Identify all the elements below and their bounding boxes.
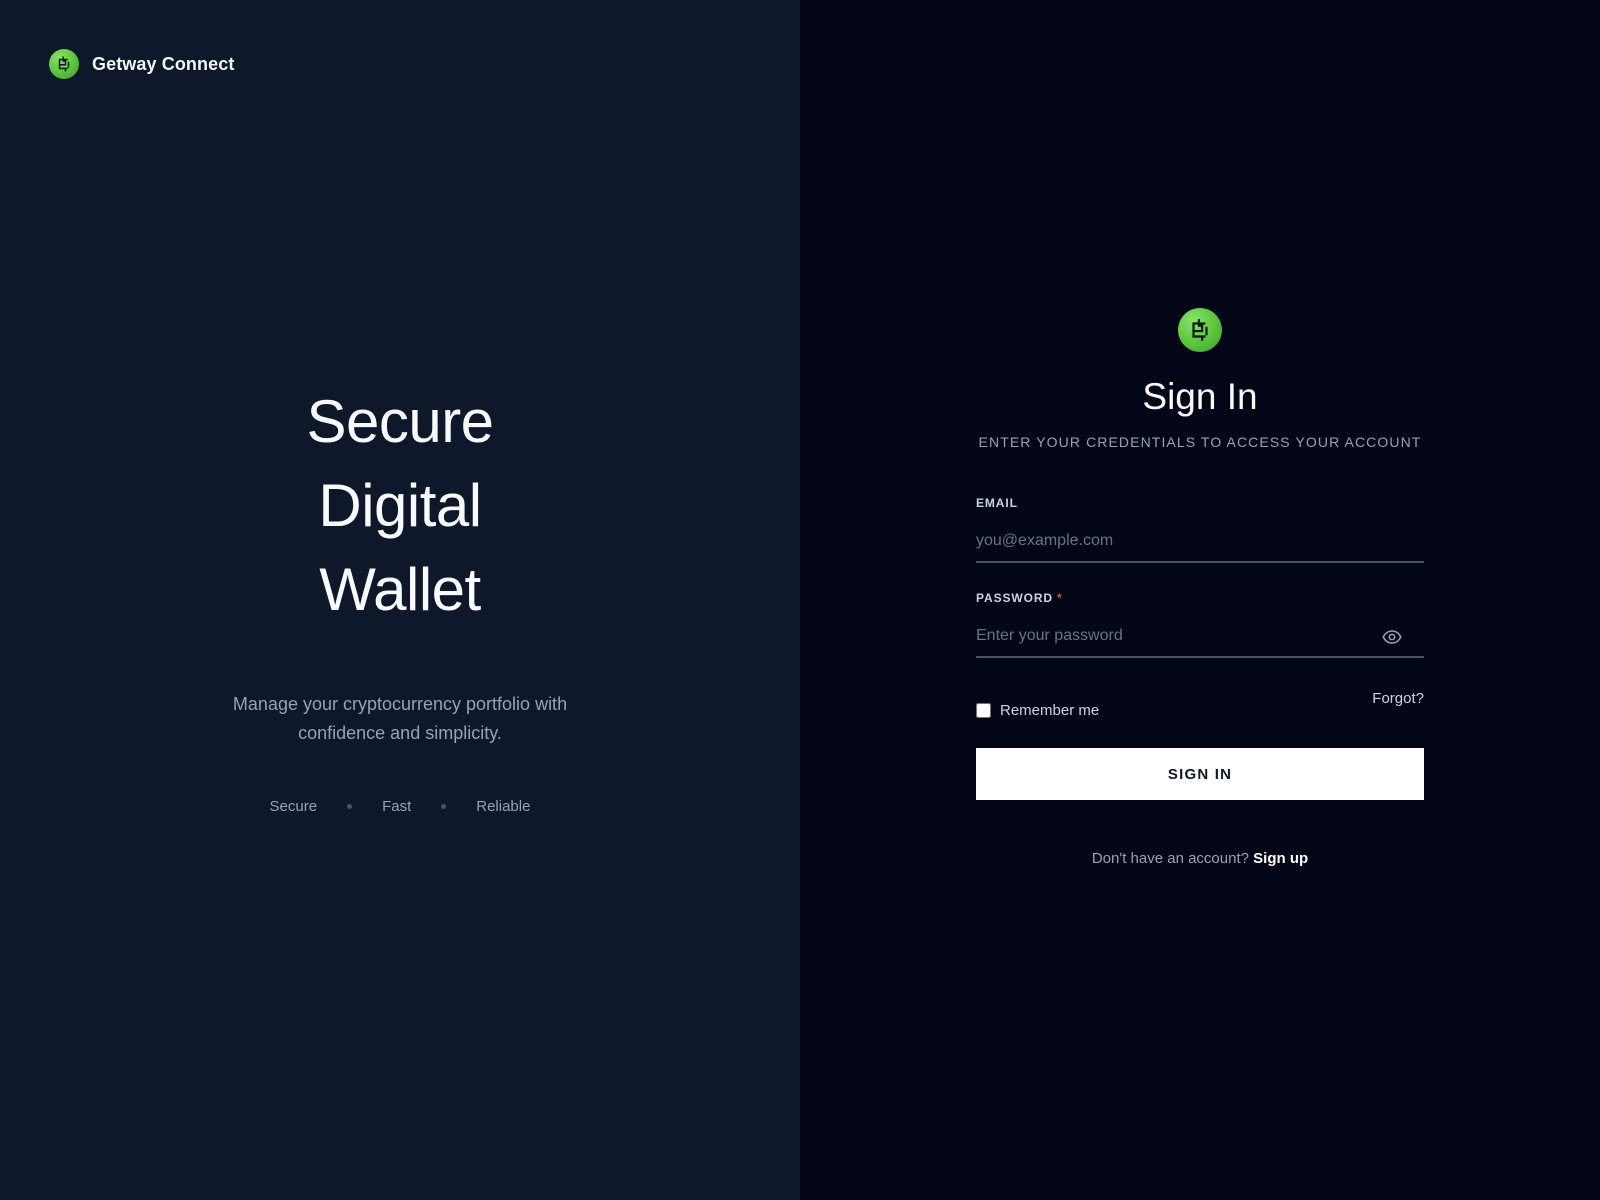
- tag-secure: Secure: [269, 798, 318, 815]
- password-input[interactable]: [976, 623, 1424, 655]
- password-field-wrapper: [976, 623, 1424, 658]
- email-input[interactable]: [976, 528, 1424, 560]
- brand-logo-icon: [49, 49, 79, 79]
- forgot-password-link[interactable]: Forgot?: [1372, 690, 1424, 707]
- brand-name: Getway Connect: [92, 53, 235, 74]
- tag-separator-dot: [441, 804, 447, 809]
- password-label: PASSWORD *: [976, 591, 1424, 605]
- remember-checkbox[interactable]: [976, 703, 991, 718]
- brand[interactable]: Getway Connect: [49, 49, 234, 79]
- form-subtitle: ENTER YOUR CREDENTIALS TO ACCESS YOUR AC…: [978, 434, 1422, 450]
- hero-title-line: Wallet: [319, 556, 481, 623]
- signin-panel: Sign In ENTER YOUR CREDENTIALS TO ACCESS…: [800, 0, 1600, 1200]
- hero-title-line: Digital: [318, 472, 482, 539]
- form-options: Remember me Forgot?: [976, 690, 1424, 724]
- hero-subtitle: Manage your cryptocurrency portfolio wit…: [232, 694, 568, 743]
- form-logo-icon: [1178, 308, 1222, 352]
- hero-content: Secure Digital Wallet Manage your crypto…: [0, 380, 800, 815]
- email-label: EMAIL: [976, 496, 1018, 510]
- required-marker: *: [1056, 591, 1063, 605]
- login-page: Getway Connect Secure Digital Wallet Man…: [0, 0, 1600, 1200]
- form-title: Sign In: [1142, 376, 1258, 417]
- eye-icon[interactable]: [1382, 629, 1402, 645]
- tag-reliable: Reliable: [476, 798, 531, 815]
- remember-label: Remember me: [1000, 702, 1100, 719]
- hero-title-line: Secure: [306, 388, 494, 455]
- hero-panel: Getway Connect Secure Digital Wallet Man…: [0, 0, 800, 1200]
- email-field-wrapper: [976, 528, 1424, 563]
- hero-tags: Secure Fast Reliable: [0, 798, 800, 815]
- remember-me[interactable]: Remember me: [976, 702, 1099, 719]
- password-label-text: PASSWORD: [976, 591, 1053, 605]
- tag-fast: Fast: [382, 798, 412, 815]
- signup-prompt: Don't have an account?: [1091, 850, 1249, 867]
- signup-row: Don't have an account? Sign up: [976, 850, 1424, 867]
- signin-form: Sign In ENTER YOUR CREDENTIALS TO ACCESS…: [976, 308, 1424, 867]
- sign-in-button[interactable]: SIGN IN: [976, 748, 1424, 800]
- sign-up-link[interactable]: Sign up: [1253, 850, 1308, 867]
- tag-separator-dot: [347, 804, 353, 809]
